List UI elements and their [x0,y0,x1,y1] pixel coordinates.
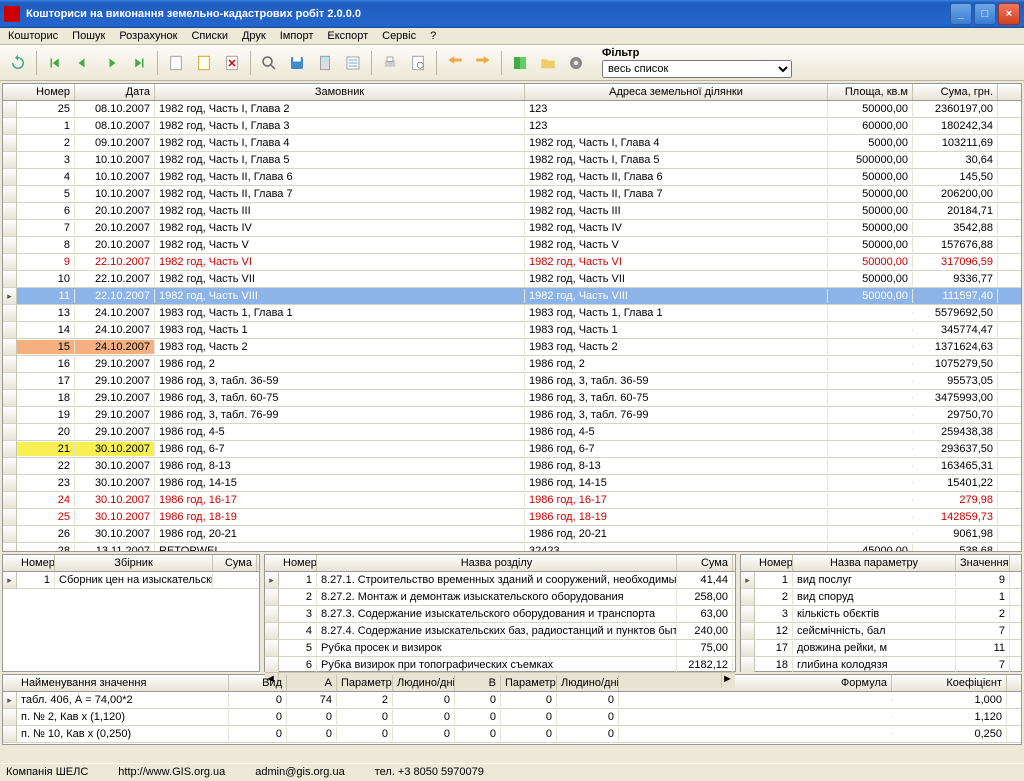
list-item[interactable]: 48.27.4. Содержание изыскательских баз, … [265,623,735,640]
table-row[interactable]: 2508.10.20071982 год, Часть I, Глава 212… [3,101,1021,118]
table-row[interactable]: 2530.10.20071986 год, 18-191986 год, 18-… [3,509,1021,526]
gear-icon[interactable] [564,51,588,75]
table-row[interactable]: 1929.10.20071986 год, 3, табл. 76-991986… [3,407,1021,424]
menu-export[interactable]: Експорт [327,30,368,42]
col-date[interactable]: Дата [75,84,155,100]
save-icon[interactable] [285,51,309,75]
import-icon[interactable] [443,51,467,75]
table-row[interactable]: 310.10.20071982 год, Часть I, Глава 5198… [3,152,1021,169]
table-row[interactable]: 2813.11.2007RETOPWEI3242345000,00538,68 [3,543,1021,551]
bottom-grid: Найменування значення Вид А Параметр Люд… [2,674,1022,745]
table-row[interactable]: 2130.10.20071986 год, 6-71986 год, 6-729… [3,441,1021,458]
list-item[interactable]: 38.27.3. Содержание изыскательского обор… [265,606,735,623]
close-button[interactable]: × [998,3,1020,25]
table-row[interactable]: 1729.10.20071986 год, 3, табл. 36-591986… [3,373,1021,390]
menu-help[interactable]: ? [430,30,436,42]
nav-next-icon[interactable] [99,51,123,75]
table-row[interactable]: 1424.10.20071983 год, Часть 11983 год, Ч… [3,322,1021,339]
main-grid: Номер Дата Замовник Адреса земельної діл… [2,83,1022,552]
menu-rozrakhunok[interactable]: Розрахунок [119,30,177,42]
list-icon[interactable] [341,51,365,75]
table-row[interactable]: 2230.10.20071986 год, 8-131986 год, 8-13… [3,458,1021,475]
print-icon[interactable] [378,51,402,75]
table-row[interactable]: 1022.10.20071982 год, Часть VII1982 год,… [3,271,1021,288]
new-doc-icon[interactable] [164,51,188,75]
list-item[interactable]: 2вид споруд1 [741,589,1021,606]
menu-spysky[interactable]: Списки [191,30,228,42]
statusbar: Компанія ШЕЛС http://www.GIS.org.ua admi… [0,763,1024,781]
status-url: http://www.GIS.org.ua [118,766,225,779]
list-item[interactable]: ▸1вид послуг9 [741,572,1021,589]
table-row[interactable]: 209.10.20071982 год, Часть I, Глава 4198… [3,135,1021,152]
col-sum[interactable]: Сума, грн. [913,84,998,100]
table-row[interactable]: 2430.10.20071986 год, 16-171986 год, 16-… [3,492,1021,509]
menu-poshuk[interactable]: Пошук [72,30,105,42]
maximize-button[interactable]: □ [974,3,996,25]
table-row[interactable]: 2330.10.20071986 год, 14-151986 год, 14-… [3,475,1021,492]
export-icon[interactable] [471,51,495,75]
table-row[interactable]: 922.10.20071982 год, Часть VI1982 год, Ч… [3,254,1021,271]
table-row[interactable]: 1524.10.20071983 год, Часть 21983 год, Ч… [3,339,1021,356]
delete-doc-icon[interactable] [220,51,244,75]
table-row[interactable]: 410.10.20071982 год, Часть II, Глава 619… [3,169,1021,186]
menu-servis[interactable]: Сервіс [382,30,416,42]
table-row[interactable]: 2630.10.20071986 год, 20-211986 год, 20-… [3,526,1021,543]
table-row[interactable]: 620.10.20071982 год, Часть III1982 год, … [3,203,1021,220]
col-address[interactable]: Адреса земельної ділянки [525,84,828,100]
status-phone: тел. +3 8050 5970079 [375,766,484,779]
open-doc-icon[interactable] [192,51,216,75]
list-item[interactable]: 18глибина колодязя7 [741,657,1021,672]
list-item[interactable]: 17довжина рейки, м11 [741,640,1021,657]
nav-prev-icon[interactable] [71,51,95,75]
minimize-button[interactable]: _ [950,3,972,25]
toolbar: Фільтр весь список [0,45,1024,81]
table-row[interactable]: 2029.10.20071986 год, 4-51986 год, 4-525… [3,424,1021,441]
nav-last-icon[interactable] [127,51,151,75]
table-row[interactable]: 1324.10.20071983 год, Часть 1, Глава 119… [3,305,1021,322]
preview-icon[interactable] [406,51,430,75]
window-title: Кошториси на виконання земельно-кадастро… [26,8,950,20]
menubar: Кошторис Пошук Розрахунок Списки Друк Ім… [0,28,1024,45]
refresh-icon[interactable] [6,51,30,75]
calc-icon[interactable] [313,51,337,75]
table-row[interactable]: ▸табл. 406, А = 74,00*2074200001,000 [3,692,1021,709]
table-row[interactable]: п. № 10, Кав x (0,250)00000000,250 [3,726,1021,743]
filter-label: Фільтр [602,47,792,59]
table-row[interactable]: 1629.10.20071986 год, 21986 год, 2107527… [3,356,1021,373]
table-row[interactable]: 108.10.20071982 год, Часть I, Глава 3123… [3,118,1021,135]
list-item[interactable]: 3кількість обєктів2 [741,606,1021,623]
nav-first-icon[interactable] [43,51,67,75]
table-row[interactable]: 820.10.20071982 год, Часть V1982 год, Ча… [3,237,1021,254]
list-item[interactable]: ▸18.27.1. Строительство временных зданий… [265,572,735,589]
table-row[interactable]: 510.10.20071982 год, Часть II, Глава 719… [3,186,1021,203]
table-row[interactable]: 1829.10.20071986 год, 3, табл. 60-751986… [3,390,1021,407]
param-grid: Номер Назва параметру Значення ▸1вид пос… [740,554,1022,672]
menu-druk[interactable]: Друк [242,30,266,42]
list-item[interactable]: 6Рубка визирок при топографических съемк… [265,657,735,672]
main-grid-body[interactable]: 2508.10.20071982 год, Часть I, Глава 212… [3,101,1021,551]
menu-import[interactable]: Імпорт [280,30,314,42]
list-item[interactable]: ▸1Сборник цен на изыскательские [3,572,259,589]
list-item[interactable]: 28.27.2. Монтаж и демонтаж изыскательско… [265,589,735,606]
status-company: Компанія ШЕЛС [6,766,88,779]
search-icon[interactable] [257,51,281,75]
menu-koshtorys[interactable]: Кошторис [8,30,58,42]
filter-select[interactable]: весь список [602,60,792,78]
table-row[interactable]: п. № 2, Кав x (1,120)00000001,120 [3,709,1021,726]
col-area[interactable]: Площа, кв.м [828,84,913,100]
table-row[interactable]: 720.10.20071982 год, Часть IV1982 год, Ч… [3,220,1021,237]
table-row[interactable]: ▸1122.10.20071982 год, Часть VIII1982 го… [3,288,1021,305]
collection-grid: Номер Збірник Сума ▸1Сборник цен на изыс… [2,554,260,672]
titlebar: Кошториси на виконання земельно-кадастро… [0,0,1024,28]
col-number[interactable]: Номер [17,84,75,100]
list-item[interactable]: 12сейсмічність, бал7 [741,623,1021,640]
folder-icon[interactable] [536,51,560,75]
app-icon [4,6,20,22]
section-grid: Номер Назва розділу Сума ▸18.27.1. Строи… [264,554,736,672]
book-icon[interactable] [508,51,532,75]
list-item[interactable]: 5Рубка просек и визирок75,00 [265,640,735,657]
col-customer[interactable]: Замовник [155,84,525,100]
status-email: admin@gis.org.ua [255,766,344,779]
